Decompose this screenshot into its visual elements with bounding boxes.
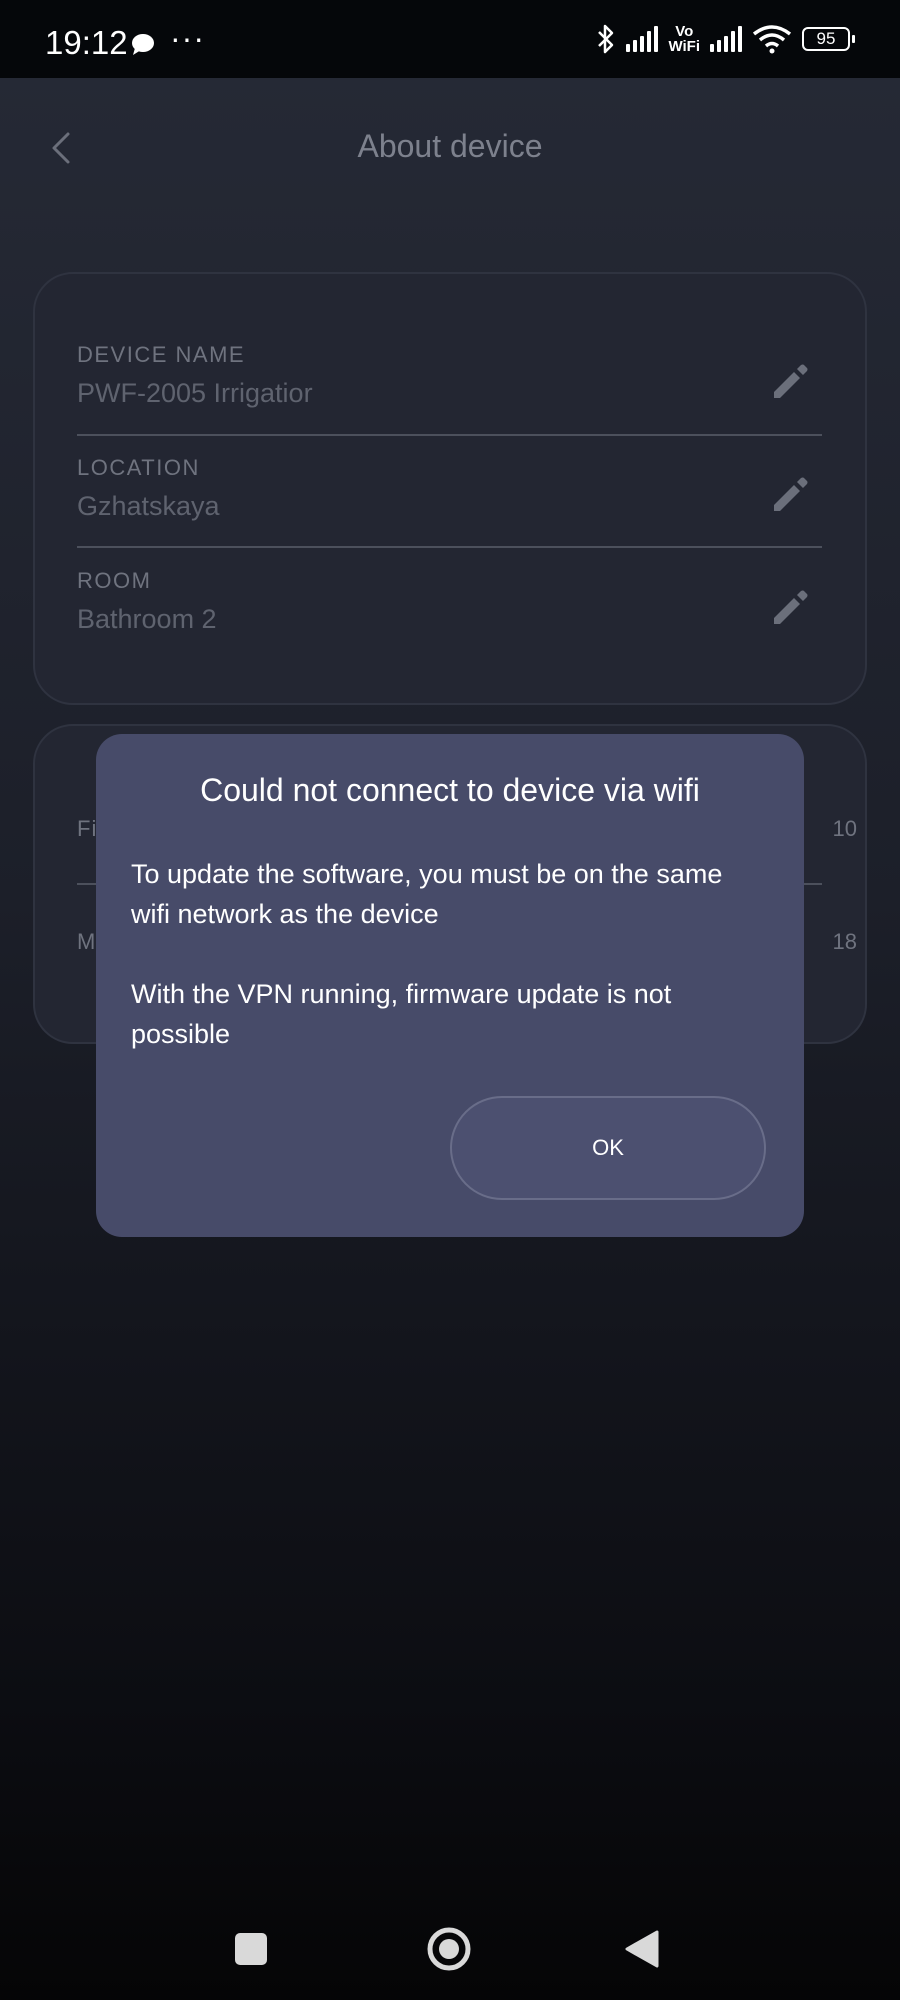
vowifi-top: Vo [675, 23, 694, 40]
dialog-message-1: To update the software, you must be on t… [131, 859, 723, 929]
signal-icon-2 [710, 26, 742, 52]
more-notifications-icon: ··· [170, 20, 205, 56]
divider [77, 434, 822, 436]
battery-level: 95 [816, 29, 836, 48]
status-icons: Vo WiFi 95 [596, 24, 855, 54]
divider [77, 546, 822, 548]
location-label: LOCATION [77, 455, 200, 480]
device-details-card: DEVICE NAME PWF-2005 Irrigatior LOCATION… [33, 272, 867, 705]
ok-button-label: OK [592, 1135, 624, 1160]
ok-button[interactable]: OK [450, 1096, 766, 1200]
firmware-label: Fi [77, 816, 98, 841]
page-title: About device [357, 128, 543, 164]
bluetooth-icon [598, 24, 614, 54]
room-label: ROOM [77, 568, 152, 593]
firmware-value: 10 [832, 816, 857, 841]
vowifi-icon: Vo WiFi [668, 24, 700, 54]
edit-location-button[interactable] [770, 473, 812, 515]
status-time: 19:12 [45, 24, 128, 61]
wifi-icon [752, 25, 792, 54]
recent-apps-icon[interactable] [235, 1933, 267, 1965]
device-name-field[interactable]: DEVICE NAME PWF-2005 Irrigatior [77, 342, 822, 409]
room-field[interactable]: ROOM Bathroom 2 [77, 568, 822, 635]
location-value: Gzhatskaya [77, 491, 220, 521]
room-value: Bathroom 2 [77, 604, 217, 634]
wifi-error-dialog: Could not connect to device via wifi To … [96, 734, 804, 1237]
battery-icon: 95 [802, 27, 855, 51]
pencil-icon [774, 364, 808, 398]
model-value: 18 [832, 929, 857, 954]
back-icon[interactable] [624, 1929, 660, 1969]
dialog-message-2: With the VPN running, firmware update is… [131, 979, 672, 1049]
device-name-label: DEVICE NAME [77, 342, 246, 367]
vowifi-bottom: WiFi [668, 38, 700, 55]
home-icon[interactable] [426, 1926, 472, 1972]
status-bar: 19:12 ··· Vo WiFi 95 [0, 0, 900, 78]
pencil-icon [774, 477, 808, 511]
edit-room-button[interactable] [770, 586, 812, 628]
device-name-value: PWF-2005 Irrigatior [77, 378, 313, 408]
dialog-title: Could not connect to device via wifi [200, 772, 700, 808]
model-label: M [77, 929, 97, 954]
chat-icon [132, 34, 154, 55]
signal-icon [626, 26, 659, 52]
pencil-icon [774, 590, 808, 624]
location-field[interactable]: LOCATION Gzhatskaya [77, 455, 822, 522]
edit-device-name-button[interactable] [770, 360, 812, 402]
